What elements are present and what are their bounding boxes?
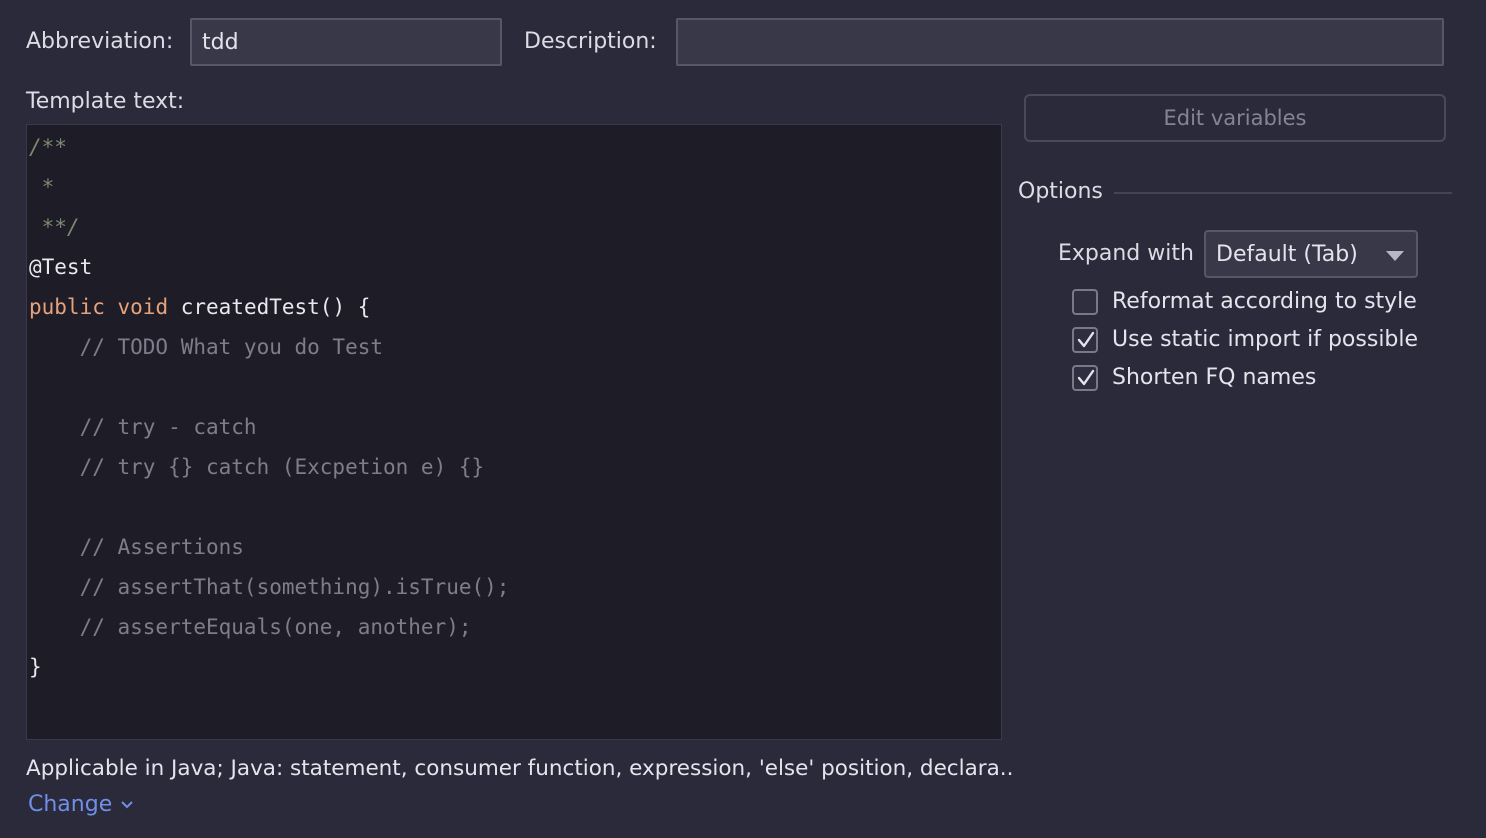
code-token: // TODO What you do Test: [29, 335, 384, 359]
code-token: /**: [29, 135, 67, 159]
expand-with-select[interactable]: Default (Tab): [1204, 230, 1418, 278]
description-input[interactable]: [676, 18, 1444, 66]
template-text-editor[interactable]: /** * **/ @Test public void createdTest() …: [26, 124, 1002, 740]
checkmark-icon: [1077, 369, 1095, 386]
code-token: // asserteEquals(one, another);: [29, 615, 472, 639]
code-token: // Assertions: [29, 535, 244, 559]
chevron-down-icon: [121, 801, 133, 809]
options-title: Options: [1018, 179, 1103, 204]
code-token: **/: [29, 215, 80, 239]
code-token: // assertThat(something).isTrue();: [29, 575, 510, 599]
code-line: // TODO What you do Test: [29, 337, 383, 377]
shorten-fq-checkbox[interactable]: [1072, 365, 1098, 391]
code-token: @Test: [29, 255, 93, 279]
abbreviation-value: tdd: [202, 29, 239, 55]
live-template-editor: Abbreviation: tdd Description: Template …: [0, 0, 1486, 838]
code-line: // assertThat(something).isTrue();: [29, 575, 510, 617]
code-token: createdTest() {: [168, 295, 371, 319]
expand-with-label: Expand with: [1058, 241, 1194, 266]
code-line: *: [29, 175, 55, 217]
static-import-checkbox[interactable]: [1072, 327, 1098, 353]
change-contexts-link[interactable]: Change: [28, 794, 134, 816]
code-line: /**: [29, 137, 67, 177]
code-line: @Test: [29, 257, 92, 297]
expand-with-value: Default (Tab): [1216, 241, 1358, 267]
applicable-contexts-text: Applicable in Java; Java: statement, con…: [26, 756, 1014, 781]
edit-variables-button[interactable]: Edit variables: [1024, 94, 1446, 142]
code-line: public void createdTest() {: [29, 297, 370, 337]
chevron-down-icon: [1386, 251, 1404, 261]
reformat-checkbox[interactable]: [1072, 289, 1098, 315]
static-import-label: Use static import if possible: [1112, 327, 1419, 352]
change-label: Change: [28, 792, 113, 817]
code-line: }: [29, 657, 42, 697]
code-line: // try {} catch (Excpetion e) {}: [29, 455, 485, 497]
abbreviation-label: Abbreviation:: [26, 29, 174, 54]
description-label: Description:: [524, 29, 657, 54]
abbreviation-input[interactable]: tdd: [190, 18, 502, 66]
code-line: **/: [29, 217, 80, 257]
code-token: *: [29, 175, 55, 199]
code-token: // try {} catch (Excpetion e) {}: [29, 455, 485, 479]
code-token: // try - catch: [29, 415, 257, 439]
shorten-fq-label: Shorten FQ names: [1112, 365, 1317, 390]
template-text-label: Template text:: [26, 89, 185, 114]
reformat-label: Reformat according to style: [1112, 289, 1417, 314]
code-line: // Assertions: [29, 537, 244, 577]
checkmark-icon: [1077, 331, 1095, 348]
code-line: // asserteEquals(one, another);: [29, 617, 472, 657]
options-separator: [1114, 192, 1452, 194]
code-token: }: [29, 655, 42, 679]
code-line: // try - catch: [29, 417, 257, 457]
code-token: public: [29, 295, 105, 319]
code-token: void: [117, 295, 169, 319]
